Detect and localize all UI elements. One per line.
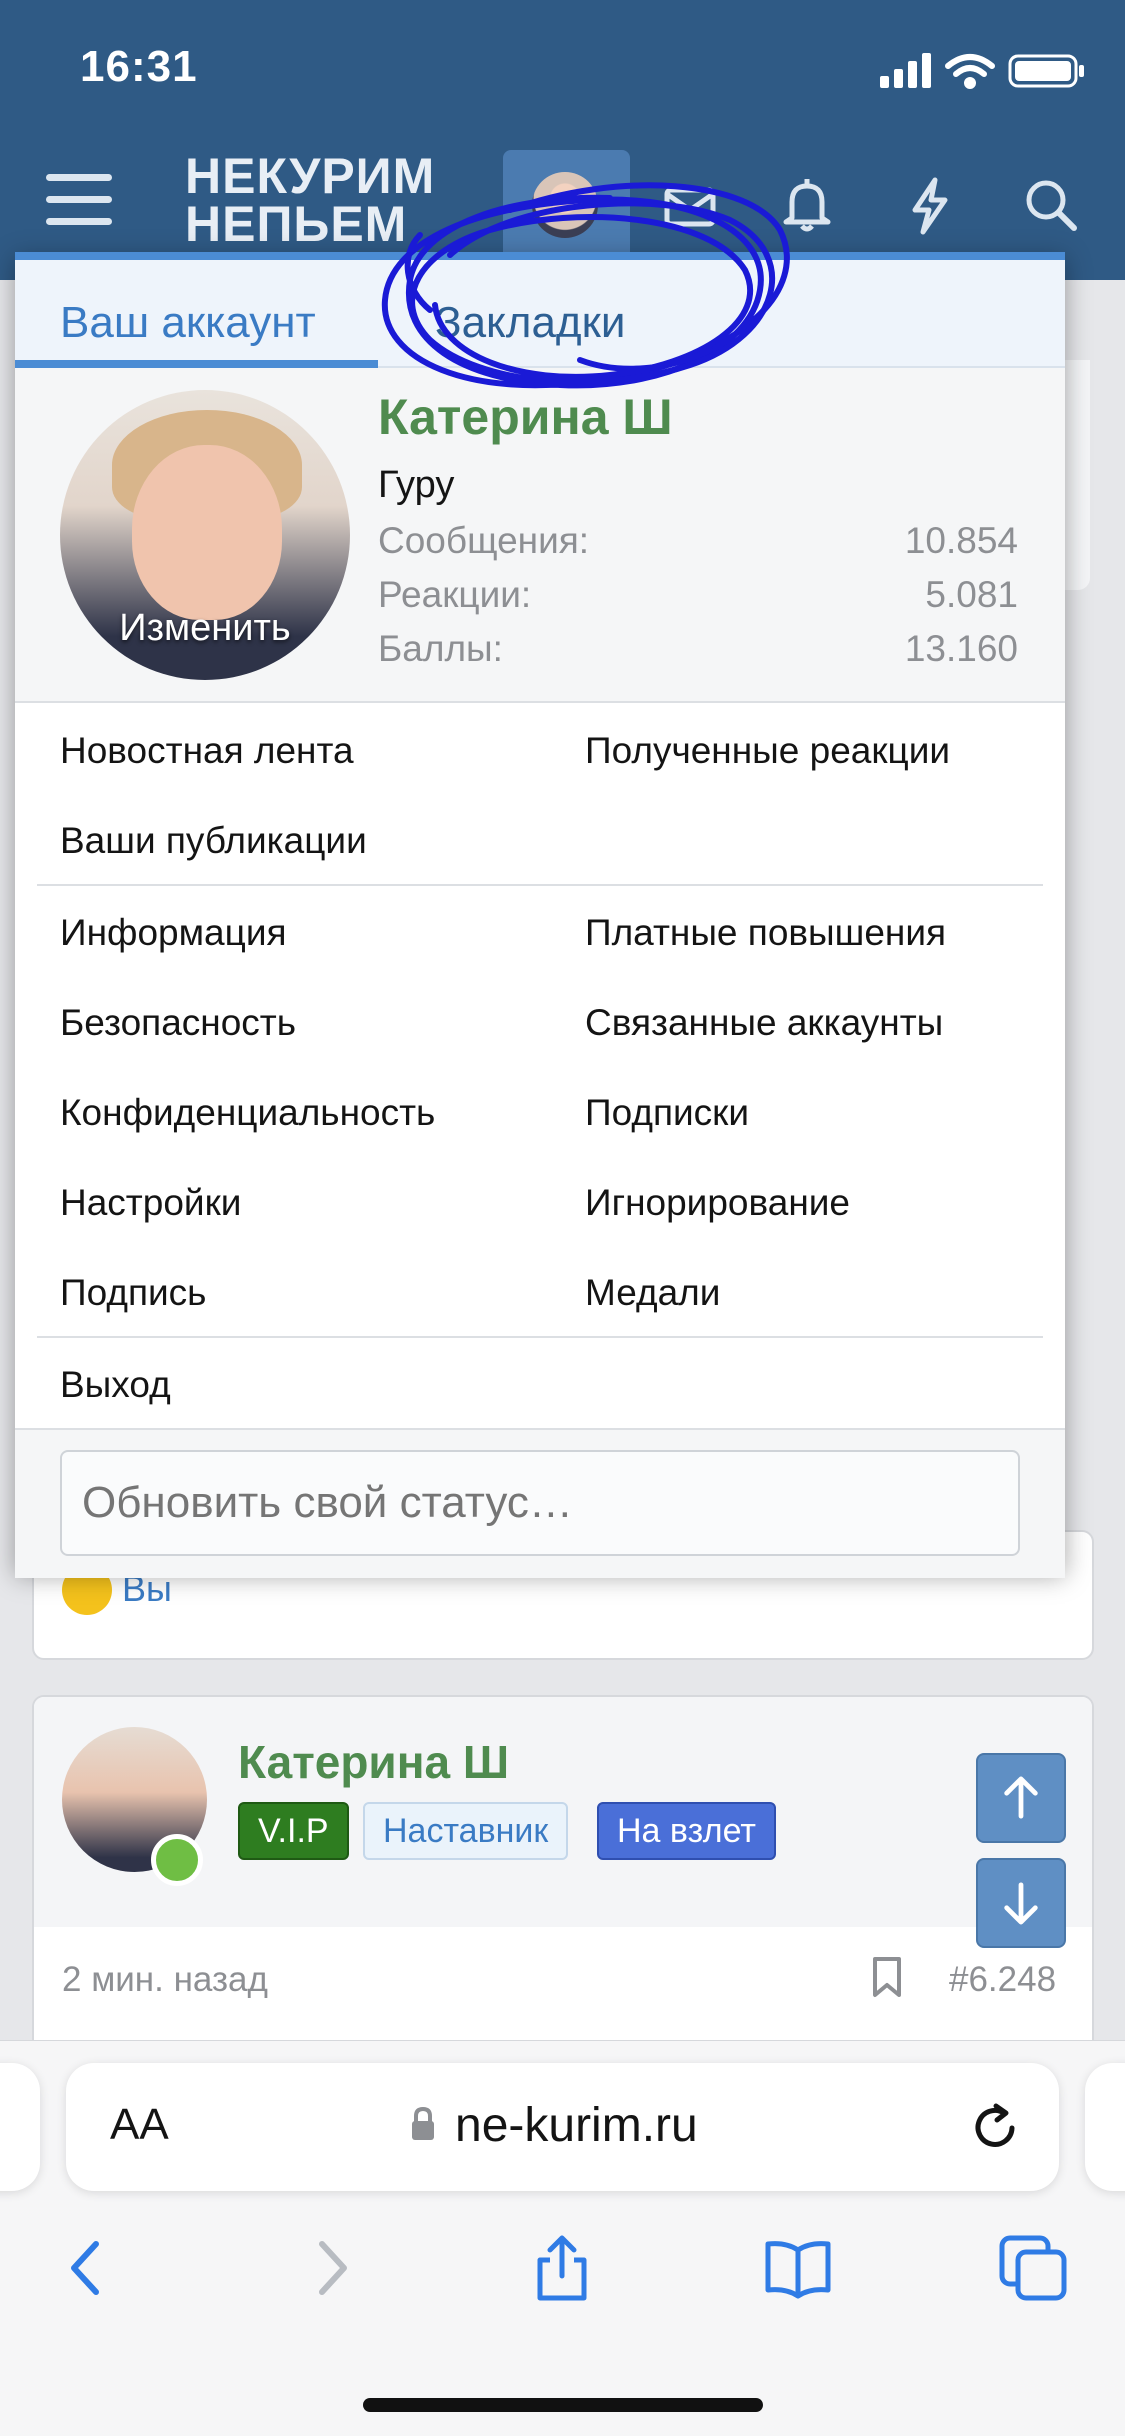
battery-icon (1008, 54, 1084, 88)
menu-paid-upgrades[interactable]: Платные повышения (585, 912, 946, 954)
tab-bookmarks[interactable]: Закладки (435, 298, 625, 348)
mail-icon[interactable] (655, 170, 725, 240)
menu-received-reactions[interactable]: Полученные реакции (585, 730, 950, 772)
menu-settings[interactable]: Настройки (60, 1182, 241, 1224)
reload-icon[interactable] (966, 2098, 1024, 2156)
menu-divider (37, 1336, 1043, 1338)
status-time: 16:31 (80, 42, 198, 91)
menu-news-feed[interactable]: Новостная лента (60, 730, 354, 772)
post-time[interactable]: 2 мин. назад (62, 1960, 268, 2000)
post-author[interactable]: Катерина Ш (238, 1735, 509, 1789)
menu-ignored[interactable]: Игнорирование (585, 1182, 850, 1224)
reader-settings-button[interactable]: AA (110, 2100, 169, 2150)
lock-icon (412, 2106, 434, 2140)
stat-label-points: Баллы: (378, 628, 503, 669)
profile-avatar[interactable]: Изменить (60, 390, 350, 680)
menu-logout[interactable]: Выход (60, 1364, 171, 1406)
stat-value-reactions[interactable]: 5.081 (925, 574, 1018, 616)
scroll-down-button[interactable] (976, 1858, 1066, 1948)
stat-value-points[interactable]: 13.160 (905, 628, 1018, 670)
online-status-icon (151, 1834, 203, 1886)
share-icon[interactable] (526, 2232, 598, 2304)
profile-name[interactable]: Катерина Ш (378, 388, 673, 446)
change-avatar-label: Изменить (119, 607, 291, 649)
menu-security[interactable]: Безопасность (60, 1002, 296, 1044)
next-tab-pill[interactable] (1085, 2063, 1125, 2191)
badge-vip: V.I.P (238, 1802, 349, 1860)
menu-subscriptions[interactable]: Подписки (585, 1092, 749, 1134)
search-icon[interactable] (1016, 170, 1086, 240)
tab-your-account[interactable]: Ваш аккаунт (60, 298, 316, 348)
menu-icon[interactable] (46, 172, 116, 232)
forward-icon[interactable] (294, 2232, 366, 2304)
menu-divider (37, 884, 1043, 886)
menu-information[interactable]: Информация (60, 912, 287, 954)
bolt-icon[interactable] (895, 170, 965, 240)
stat-value-messages[interactable]: 10.854 (905, 520, 1018, 562)
menu-signature[interactable]: Подпись (60, 1272, 206, 1314)
active-tab-indicator (15, 360, 378, 368)
signal-icon (880, 53, 931, 88)
post-number[interactable]: #6.248 (949, 1960, 1056, 2000)
scroll-up-button[interactable] (976, 1753, 1066, 1843)
wifi-icon (945, 54, 995, 89)
tabs-icon[interactable] (998, 2232, 1070, 2304)
menu-your-posts[interactable]: Ваши публикации (60, 820, 367, 862)
status-input[interactable] (60, 1450, 1020, 1556)
profile-title: Гуру (378, 464, 455, 506)
account-dropdown: Ваш аккаунт Закладки Изменить Катерина Ш… (15, 252, 1065, 1578)
back-icon[interactable] (52, 2232, 124, 2304)
stat-label-messages: Сообщения: (378, 520, 590, 561)
home-indicator (363, 2398, 763, 2412)
stat-label-reactions: Реакции: (378, 574, 532, 615)
badge-mentor: Наставник (363, 1802, 569, 1860)
badge-takeoff: На взлет (597, 1802, 776, 1860)
bell-icon[interactable] (772, 170, 842, 240)
menu-medals[interactable]: Медали (585, 1272, 720, 1314)
site-logo[interactable]: НЕКУРИМ НЕПЬЕМ (185, 151, 435, 249)
bookmarks-icon[interactable] (762, 2232, 834, 2304)
menu-privacy[interactable]: Конфиденциальность (60, 1092, 435, 1134)
avatar[interactable] (532, 172, 598, 238)
url-text[interactable]: ne-kurim.ru (455, 2098, 698, 2153)
status-icons (880, 53, 1084, 89)
bookmark-icon[interactable] (870, 1955, 904, 1999)
menu-linked-accounts[interactable]: Связанные аккаунты (585, 1002, 943, 1044)
previous-tab-pill[interactable] (0, 2063, 40, 2191)
